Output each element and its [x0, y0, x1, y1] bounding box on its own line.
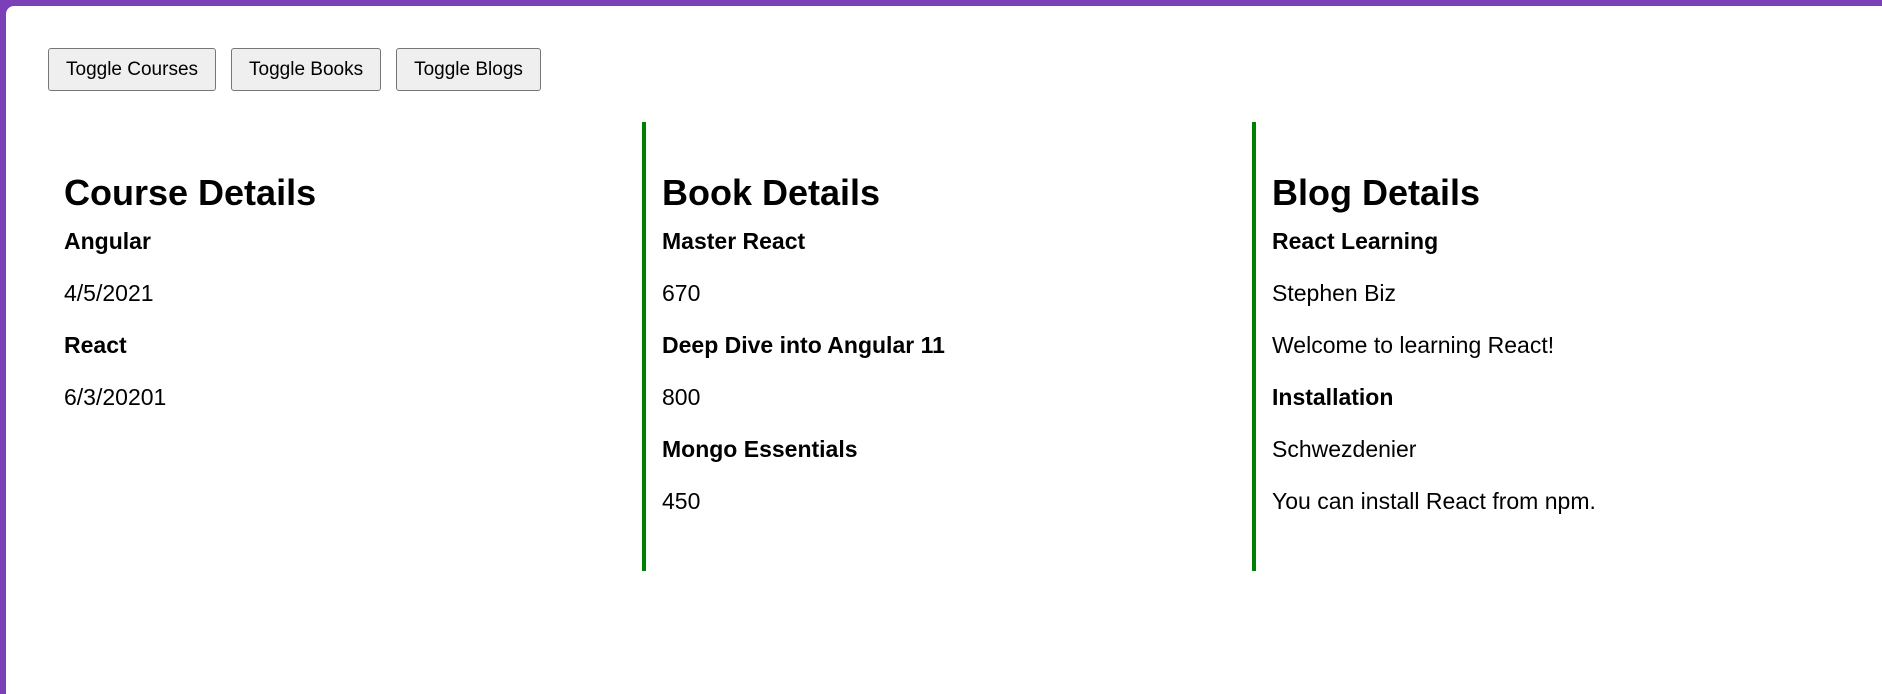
book-name: Master React [662, 228, 806, 254]
toggle-books-button[interactable]: Toggle Books [231, 48, 382, 91]
course-details-section: Course Details Angular 4/5/2021 React 6/… [48, 122, 642, 571]
book-name: Deep Dive into Angular 11 [662, 332, 945, 358]
blog-details-heading: Blog Details [1272, 172, 1481, 213]
course-date: 6/3/20201 [64, 384, 167, 410]
course-date: 4/5/2021 [64, 280, 154, 306]
course-name: Angular [64, 228, 151, 254]
details-columns: Course Details Angular 4/5/2021 React 6/… [48, 122, 1862, 571]
blog-content: You can install React from npm. [1272, 488, 1596, 514]
blog-list: React Learning Stephen Biz Welcome to le… [1272, 228, 1862, 514]
course-name: React [64, 332, 127, 358]
course-details-heading: Course Details [64, 172, 317, 213]
blog-content: Welcome to learning React! [1272, 332, 1555, 358]
book-price: 450 [662, 488, 701, 514]
book-price: 670 [662, 280, 701, 306]
page: Toggle Courses Toggle Books Toggle Blogs… [6, 6, 1882, 694]
course-list: Angular 4/5/2021 React 6/3/20201 [64, 228, 642, 410]
blog-author: Schwezdenier [1272, 436, 1417, 462]
book-list: Master React 670 Deep Dive into Angular … [662, 228, 1252, 514]
blog-author: Stephen Biz [1272, 280, 1397, 306]
blog-title: React Learning [1272, 228, 1439, 254]
book-details-heading: Book Details [662, 172, 881, 213]
book-price: 800 [662, 384, 701, 410]
book-details-section: Book Details Master React 670 Deep Dive … [642, 122, 1252, 571]
toggle-toolbar: Toggle Courses Toggle Books Toggle Blogs [48, 48, 541, 91]
toggle-courses-button[interactable]: Toggle Courses [48, 48, 217, 91]
book-name: Mongo Essentials [662, 436, 858, 462]
toggle-blogs-button[interactable]: Toggle Blogs [396, 48, 541, 91]
blog-title: Installation [1272, 384, 1394, 410]
blog-details-section: Blog Details React Learning Stephen Biz … [1252, 122, 1862, 571]
